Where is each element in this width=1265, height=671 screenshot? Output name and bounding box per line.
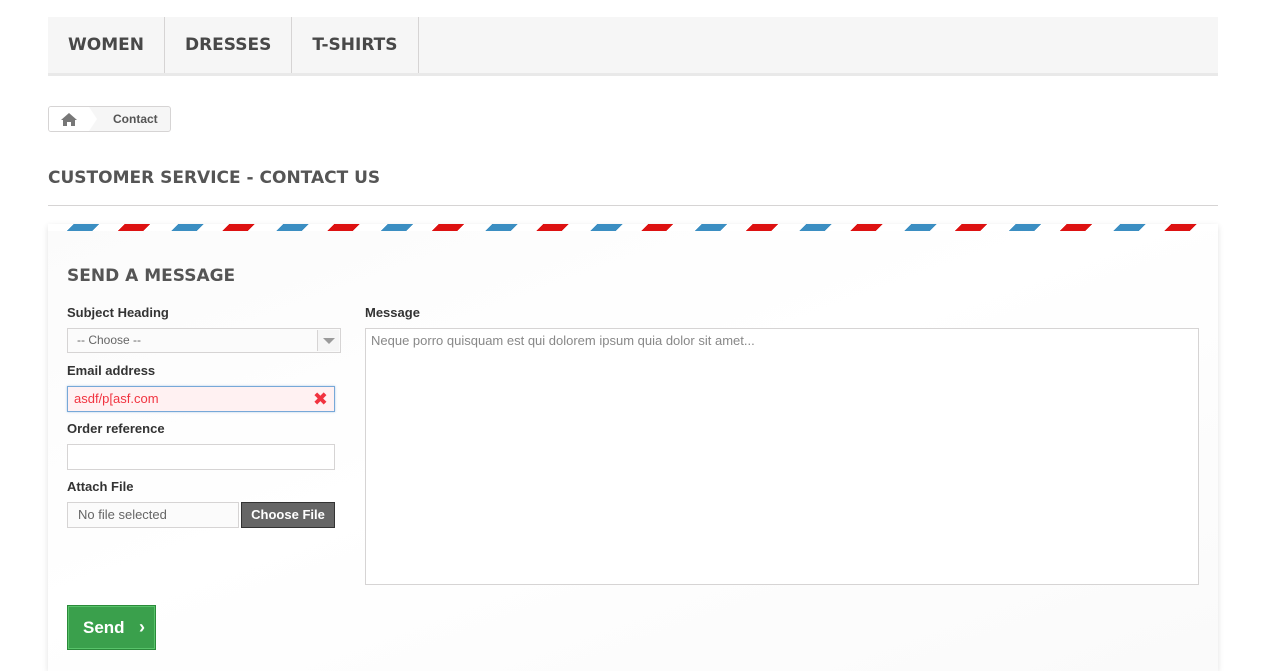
contact-form: SEND A MESSAGE Subject Heading -- Choose… (48, 224, 1218, 671)
file-status: No file selected (67, 502, 239, 528)
menu-item-tshirts[interactable]: T-SHIRTS (292, 17, 419, 73)
form-title: SEND A MESSAGE (67, 266, 236, 286)
email-label: Email address (67, 363, 156, 378)
error-icon: ✖ (312, 389, 328, 409)
page-title: CUSTOMER SERVICE - CONTACT US (48, 168, 1218, 206)
send-button[interactable]: Send › (67, 605, 156, 650)
order-reference-label: Order reference (67, 421, 165, 436)
message-placeholder: Neque porro quisquam est qui dolorem ips… (371, 333, 755, 348)
chevron-down-icon (317, 330, 339, 351)
breadcrumb-home[interactable] (49, 107, 97, 131)
attach-file-label: Attach File (67, 479, 134, 494)
email-field-value: asdf/p[asf.com (74, 391, 159, 406)
subject-select-value: -- Choose -- (77, 333, 142, 347)
menu-item-dresses[interactable]: DRESSES (165, 17, 293, 73)
airmail-border (48, 224, 1218, 231)
send-label: Send (83, 618, 125, 637)
chevron-right-icon: › (139, 617, 145, 637)
message-textarea[interactable]: Neque porro quisquam est qui dolorem ips… (365, 328, 1199, 585)
breadcrumb: Contact (48, 106, 171, 132)
home-icon (61, 112, 77, 126)
subject-label: Subject Heading (67, 305, 169, 320)
breadcrumb-current: Contact (113, 112, 158, 126)
message-label: Message (365, 305, 420, 320)
subject-select[interactable]: -- Choose -- (67, 328, 341, 353)
email-field[interactable]: asdf/p[asf.com ✖ (67, 386, 335, 412)
choose-file-button[interactable]: Choose File (241, 502, 335, 528)
top-menu: WOMEN DRESSES T-SHIRTS (48, 17, 1218, 76)
order-reference-field[interactable] (67, 444, 335, 470)
menu-item-women[interactable]: WOMEN (48, 17, 165, 73)
